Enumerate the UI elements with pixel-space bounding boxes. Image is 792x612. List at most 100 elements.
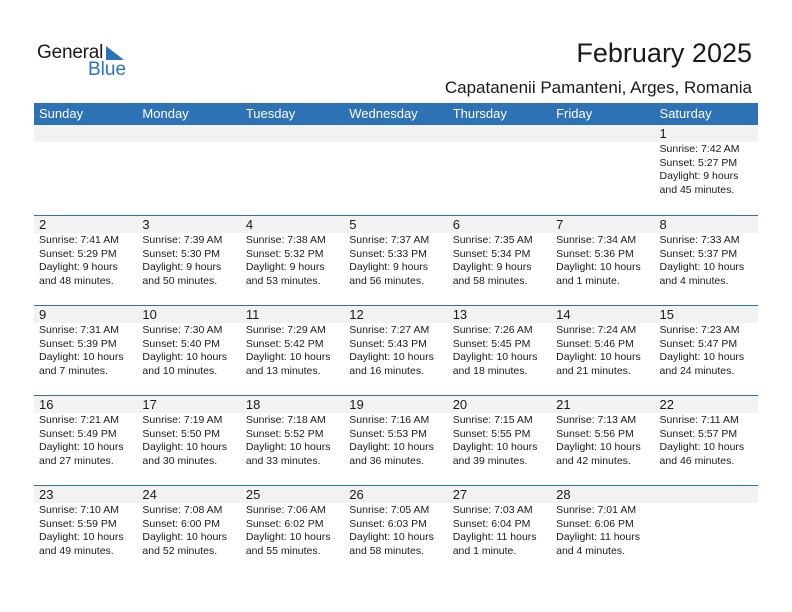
day-number: 26 — [349, 487, 364, 502]
sunset-time: Sunset: 5:45 PM — [452, 337, 531, 350]
sunset-time: Sunset: 5:34 PM — [452, 247, 531, 260]
day-number: 11 — [245, 307, 260, 322]
day-info-row: Sunrise: 7:10 AM Sunset: 5:59 PM Daylight:… — [34, 503, 758, 558]
day-cell: Sunrise: 7:41 AM Sunset: 5:29 PM Daylight:… — [34, 233, 137, 288]
sunset-time: Sunset: 5:30 PM — [142, 247, 221, 260]
week-row: 9 10 11 12 13 14 15 Sunrise: 7:31 AM Sunset: 5:3… — [34, 305, 758, 395]
weekday-tuesday: Tuesday — [245, 106, 296, 121]
day-number: 13 — [452, 307, 468, 322]
daylight-time: Daylight: 10 hours — [39, 441, 124, 453]
day-number: 10 — [142, 307, 157, 322]
day-number: 21 — [556, 397, 571, 412]
daylight-time: Daylight: 10 hours — [659, 261, 745, 273]
day-number: 15 — [659, 307, 674, 322]
daylight-minutes: and 21 minutes. — [556, 364, 631, 377]
weeks-container: 1 Sunrise: 7:42 AM Sunset: 5:27 PM Daylight… — [34, 125, 758, 575]
daylight-time: Daylight: 9 hours — [245, 261, 325, 273]
logo-triangle-icon — [106, 46, 124, 60]
sunrise-time: Sunrise: 7:21 AM — [39, 414, 119, 426]
day-number — [344, 125, 447, 142]
daylight-time: Daylight: 10 hours — [349, 441, 434, 453]
sunrise-time: Sunrise: 7:13 AM — [556, 414, 637, 426]
day-cell: Sunrise: 7:11 AM Sunset: 5:57 PM Daylight:… — [655, 413, 758, 468]
sunset-time: Sunset: 5:50 PM — [142, 427, 221, 440]
sunrise-time: Sunrise: 7:05 AM — [349, 504, 430, 516]
day-number: 22 — [659, 397, 674, 412]
week-row: 16 17 18 19 20 21 22 Sunrise: 7:21 AM Sunset: 5:… — [34, 395, 758, 485]
daylight-minutes: and 48 minutes. — [39, 274, 114, 287]
day-number: 6 — [452, 217, 460, 232]
day-number — [551, 125, 654, 142]
sunrise-time: Sunrise: 7:08 AM — [142, 504, 223, 516]
day-cell — [34, 142, 137, 197]
day-number: 20 — [452, 397, 468, 412]
day-number: 17 — [142, 397, 157, 412]
day-info-row: Sunrise: 7:41 AM Sunset: 5:29 PM Daylight:… — [34, 233, 758, 288]
sunrise-time: Sunrise: 7:33 AM — [659, 234, 740, 246]
daylight-time: Daylight: 10 hours — [142, 441, 228, 453]
sunrise-time: Sunrise: 7:01 AM — [556, 504, 637, 516]
sunset-time: Sunset: 5:27 PM — [659, 156, 738, 169]
day-number: 18 — [245, 397, 261, 412]
daylight-time: Daylight: 11 hours — [556, 531, 640, 543]
daylight-minutes: and 1 minute. — [452, 544, 517, 557]
day-cell: Sunrise: 7:08 AM Sunset: 6:00 PM Daylight:… — [137, 503, 240, 558]
day-number — [241, 125, 344, 142]
day-number: 19 — [349, 397, 364, 412]
day-cell: Sunrise: 7:21 AM Sunset: 5:49 PM Daylight:… — [34, 413, 137, 468]
day-number: 7 — [556, 217, 564, 232]
day-cell: Sunrise: 7:05 AM Sunset: 6:03 PM Daylight:… — [344, 503, 447, 558]
day-cell: Sunrise: 7:33 AM Sunset: 5:37 PM Daylight:… — [655, 233, 758, 288]
day-number: 4 — [245, 217, 254, 232]
sunrise-time: Sunrise: 7:29 AM — [245, 324, 326, 336]
sunset-time: Sunset: 5:33 PM — [349, 247, 427, 260]
day-cell: Sunrise: 7:06 AM Sunset: 6:02 PM Daylight:… — [241, 503, 344, 558]
day-number: 3 — [142, 217, 150, 232]
daylight-minutes: and 56 minutes. — [349, 274, 424, 287]
daylight-minutes: and 45 minutes. — [659, 183, 735, 196]
logo-word-blue: Blue — [88, 59, 127, 80]
sunset-time: Sunset: 5:47 PM — [659, 337, 738, 350]
sunrise-time: Sunrise: 7:27 AM — [349, 324, 430, 336]
daylight-time: Daylight: 9 hours — [659, 170, 739, 182]
calendar-grid: Sunday Monday Tuesday Wednesday Thursday… — [34, 103, 758, 575]
sunset-time: Sunset: 6:03 PM — [349, 517, 427, 530]
day-cell: Sunrise: 7:27 AM Sunset: 5:43 PM Daylight:… — [344, 323, 447, 378]
day-cell: Sunrise: 7:10 AM Sunset: 5:59 PM Daylight:… — [34, 503, 137, 558]
sunrise-time: Sunrise: 7:11 AM — [659, 414, 739, 426]
sunrise-time: Sunrise: 7:18 AM — [245, 414, 326, 426]
daylight-minutes: and 58 minutes. — [349, 544, 424, 557]
daylight-minutes: and 4 minutes. — [556, 544, 625, 557]
daylight-minutes: and 18 minutes. — [452, 364, 528, 377]
sunrise-time: Sunrise: 7:26 AM — [452, 324, 533, 336]
day-cell: Sunrise: 7:30 AM Sunset: 5:40 PM Daylight:… — [137, 323, 240, 378]
daylight-time: Daylight: 9 hours — [39, 261, 118, 273]
daylight-time: Daylight: 10 hours — [349, 531, 434, 543]
daylight-time: Daylight: 10 hours — [142, 351, 228, 363]
day-number-row: 2 3 4 5 6 7 8 — [34, 216, 758, 233]
page-title: February 2025 — [576, 38, 752, 68]
sunset-time: Sunset: 6:02 PM — [245, 517, 324, 530]
daylight-time: Daylight: 9 hours — [452, 261, 532, 273]
sunset-time: Sunset: 5:57 PM — [659, 427, 738, 440]
daylight-time: Daylight: 10 hours — [245, 441, 331, 453]
daylight-minutes: and 53 minutes. — [245, 274, 321, 287]
day-cell — [241, 142, 344, 197]
day-cell: Sunrise: 7:26 AM Sunset: 5:45 PM Daylight:… — [448, 323, 551, 378]
location-subtitle: Capatanenii Pamanteni, Arges, Romania — [444, 78, 752, 97]
daylight-minutes: and 52 minutes. — [142, 544, 218, 557]
sunrise-time: Sunrise: 7:34 AM — [556, 234, 637, 246]
day-number: 2 — [39, 217, 47, 232]
daylight-time: Daylight: 10 hours — [452, 441, 538, 453]
sunrise-time: Sunrise: 7:15 AM — [452, 414, 533, 426]
daylight-time: Daylight: 10 hours — [452, 351, 538, 363]
day-cell: Sunrise: 7:13 AM Sunset: 5:56 PM Daylight:… — [551, 413, 654, 468]
daylight-minutes: and 27 minutes. — [39, 454, 114, 467]
week-row: 2 3 4 5 6 7 8 Sunrise: 7:41 AM Sunset: 5:29 PM Da… — [34, 215, 758, 305]
sunrise-time: Sunrise: 7:30 AM — [142, 324, 223, 336]
sunrise-time: Sunrise: 7:10 AM — [39, 504, 119, 516]
day-cell: Sunrise: 7:39 AM Sunset: 5:30 PM Daylight:… — [137, 233, 240, 288]
sunset-time: Sunset: 5:39 PM — [39, 337, 117, 350]
day-number: 24 — [142, 487, 157, 502]
daylight-time: Daylight: 10 hours — [556, 351, 641, 363]
